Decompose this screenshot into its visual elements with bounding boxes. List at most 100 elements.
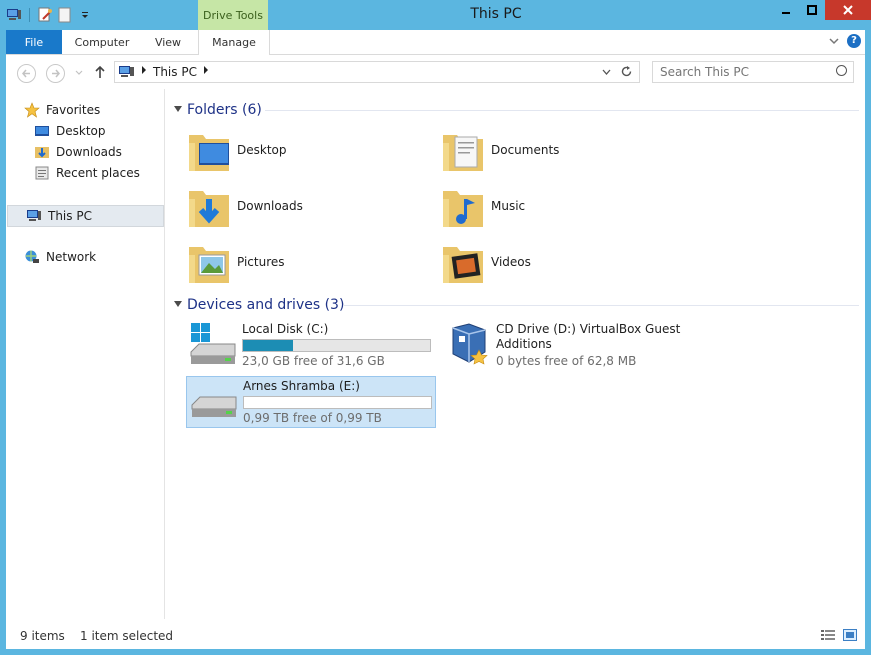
search-box[interactable] (652, 61, 854, 83)
forward-button[interactable] (46, 64, 65, 83)
pictures-folder-icon (189, 247, 229, 283)
folder-label: Pictures (237, 255, 285, 269)
this-pc-icon[interactable] (6, 7, 22, 23)
maximize-button[interactable] (799, 0, 825, 20)
properties-icon[interactable] (37, 7, 53, 23)
expand-ribbon-icon[interactable] (829, 37, 839, 45)
drive-arnes-shramba-e[interactable]: Arnes Shramba (E:) 0,99 TB free of 0,99 … (186, 376, 436, 428)
network-icon (24, 249, 40, 265)
drive-tools-context-tab: Drive Tools (198, 0, 268, 30)
explorer-window: Drive Tools This PC File Computer View M… (6, 0, 871, 649)
tab-manage[interactable]: Manage (198, 30, 270, 55)
content-pane: Folders (6) Desktop Documents Downloads … (165, 89, 865, 619)
tab-file[interactable]: File (6, 30, 62, 54)
ribbon-controls: ? (829, 34, 861, 48)
customize-toolbar-icon[interactable] (77, 7, 93, 23)
downloads-folder-icon (189, 191, 229, 227)
drive-usage-bar (242, 339, 431, 352)
drive-name-continued: Additions (496, 337, 552, 351)
folder-desktop[interactable]: Desktop (185, 127, 425, 177)
drive-name: CD Drive (D:) VirtualBox Guest (496, 322, 681, 336)
sidebar-item-label: Network (46, 250, 97, 264)
sidebar-item-recent-places[interactable]: Recent places (34, 163, 162, 183)
new-folder-icon[interactable] (57, 7, 73, 23)
collapse-caret-icon[interactable] (174, 106, 182, 112)
drive-free-space: 23,0 GB free of 31,6 GB (242, 354, 385, 368)
sidebar-item-label: Desktop (56, 124, 106, 138)
virtualbox-cd-icon (452, 323, 488, 365)
back-button[interactable] (17, 64, 36, 83)
window-title: This PC (470, 6, 522, 22)
drive-usage-fill (243, 340, 294, 351)
drive-name: Local Disk (C:) (242, 322, 329, 336)
sidebar-item-network[interactable]: Network (24, 247, 162, 267)
folder-music[interactable]: Music (439, 183, 679, 233)
folders-group-header[interactable]: Folders (6) (174, 101, 262, 119)
window-controls (773, 0, 871, 20)
address-bar[interactable]: This PC (114, 61, 640, 83)
navigation-bar: This PC (6, 55, 865, 89)
breadcrumb-this-pc[interactable]: This PC (153, 65, 197, 79)
recent-places-icon (34, 165, 50, 181)
up-arrow-icon[interactable] (94, 65, 106, 79)
sidebar-item-label: Recent places (56, 166, 140, 180)
sidebar-item-this-pc[interactable]: This PC (7, 205, 164, 227)
drive-usage-bar (243, 396, 432, 409)
window-frame: Drive Tools This PC File Computer View M… (0, 0, 871, 655)
item-count: 9 items (20, 629, 65, 643)
collapse-caret-icon[interactable] (174, 301, 182, 307)
hard-drive-icon (191, 396, 237, 417)
refresh-icon[interactable] (620, 65, 633, 78)
minimize-button[interactable] (773, 0, 799, 20)
group-title: Devices and drives (3) (187, 297, 345, 313)
search-input[interactable] (658, 62, 832, 82)
this-pc-icon (118, 64, 136, 82)
back-arrow-icon (22, 69, 30, 78)
search-icon[interactable] (836, 65, 847, 76)
devices-group-header[interactable]: Devices and drives (3) (174, 296, 345, 314)
selection-count: 1 item selected (80, 629, 174, 643)
folder-label: Videos (491, 255, 531, 269)
tab-computer[interactable]: Computer (66, 30, 138, 54)
status-bar: 9 items 1 item selected (6, 619, 865, 649)
address-dropdown-icon[interactable] (602, 69, 611, 75)
help-icon[interactable]: ? (847, 34, 861, 48)
folder-label: Desktop (237, 143, 287, 157)
details-view-icon[interactable] (821, 629, 835, 641)
recent-locations-icon[interactable] (75, 70, 83, 76)
folder-videos[interactable]: Videos (439, 239, 679, 289)
sidebar-item-desktop[interactable]: Desktop (34, 121, 162, 141)
downloads-icon (34, 144, 50, 160)
minimize-icon (782, 12, 790, 14)
maximize-icon (807, 5, 817, 15)
drive-local-disk-c[interactable]: Local Disk (C:) 23,0 GB free of 31,6 GB (186, 320, 434, 370)
drive-free-space: 0 bytes free of 62,8 MB (496, 354, 637, 368)
sidebar-item-label: This PC (48, 209, 92, 223)
group-divider (343, 305, 859, 306)
tab-view[interactable]: View (146, 30, 190, 54)
folder-documents[interactable]: Documents (439, 127, 679, 177)
folder-pictures[interactable]: Pictures (185, 239, 425, 289)
star-icon (24, 102, 40, 118)
large-icons-view-icon[interactable] (843, 629, 857, 641)
close-button[interactable] (825, 0, 871, 20)
sidebar-item-downloads[interactable]: Downloads (34, 142, 162, 162)
documents-folder-icon (443, 135, 483, 171)
this-pc-icon (26, 208, 42, 224)
sidebar-item-favorites[interactable]: Favorites (24, 100, 162, 120)
drive-free-space: 0,99 TB free of 0,99 TB (243, 411, 382, 425)
folder-label: Documents (491, 143, 560, 157)
sidebar-item-label: Favorites (46, 103, 101, 117)
windows-drive-icon (190, 323, 236, 364)
toolbar-divider (29, 8, 30, 22)
folder-label: Music (491, 199, 526, 213)
group-title: Folders (6) (187, 102, 262, 118)
breadcrumb-chevron-icon[interactable] (203, 66, 209, 76)
breadcrumb-separator-icon[interactable] (141, 66, 147, 76)
drive-cd-d[interactable]: CD Drive (D:) VirtualBox Guest Additions… (440, 320, 688, 370)
forward-arrow-icon (52, 69, 60, 78)
desktop-icon (34, 123, 50, 139)
desktop-folder-icon (189, 135, 229, 171)
folder-downloads[interactable]: Downloads (185, 183, 425, 233)
close-icon (843, 5, 853, 15)
